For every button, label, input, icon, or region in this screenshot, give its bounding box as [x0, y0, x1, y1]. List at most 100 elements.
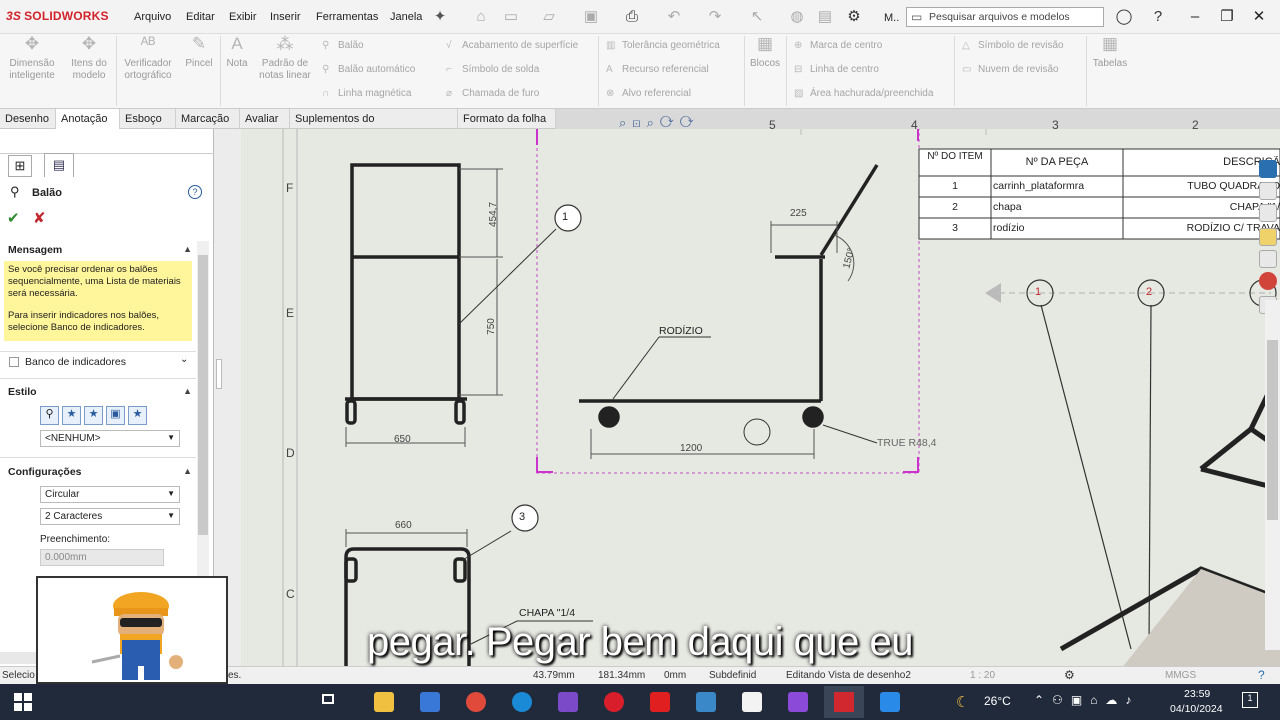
- help-icon[interactable]: ?: [1149, 8, 1167, 26]
- format-painter-button[interactable]: ✎ Pincel: [180, 35, 218, 70]
- spell-checker-button[interactable]: ᴬᴮ Verificador ortográfico: [118, 35, 178, 82]
- edge-icon[interactable]: [512, 692, 532, 712]
- print-icon[interactable]: ⎙: [623, 8, 641, 26]
- scroll-thumb[interactable]: [198, 255, 208, 535]
- hole-callout-button[interactable]: ⌀ Chamada de furo: [446, 87, 578, 101]
- tab-suplementos[interactable]: Suplementos do SOLIDWORKS: [290, 109, 458, 145]
- windows-start-icon[interactable]: [14, 693, 32, 711]
- revision-symbol-button[interactable]: △ Símbolo de revisão: [962, 39, 1064, 53]
- cancel-x-icon[interactable]: ✘: [33, 209, 46, 227]
- load-style-icon[interactable]: ★: [128, 406, 147, 425]
- open-icon[interactable]: ▱: [540, 8, 558, 26]
- file-explorer-icon[interactable]: [374, 692, 394, 712]
- weather-temp[interactable]: 26°C: [984, 694, 1011, 708]
- dimension[interactable]: 454,7: [488, 202, 499, 227]
- linear-note-pattern-button[interactable]: ⁂ Padrão de notas linear: [254, 35, 316, 82]
- tab-anotacao[interactable]: Anotação: [56, 109, 120, 130]
- status-scale[interactable]: 1 : 20: [970, 670, 995, 681]
- balloon-button[interactable]: ⚲ Balão: [322, 39, 415, 53]
- datum-feature-button[interactable]: A Recurso referencial: [606, 63, 720, 77]
- balloon-size-select[interactable]: 2 Caracteres ▼: [40, 508, 180, 525]
- fill-input[interactable]: 0.000mm: [40, 549, 164, 566]
- design-library-icon[interactable]: [1259, 182, 1277, 200]
- pin-icon[interactable]: ✦: [431, 8, 449, 26]
- save-icon[interactable]: ▣: [582, 8, 600, 26]
- save-style-icon[interactable]: ▣: [106, 406, 125, 425]
- video-editor-icon[interactable]: [788, 692, 808, 712]
- dimension[interactable]: 750: [486, 318, 497, 335]
- clock-time[interactable]: 23:59: [1184, 688, 1210, 700]
- tab-avaliar[interactable]: Avaliar: [240, 109, 290, 129]
- geometric-tolerance-button[interactable]: ▥ Tolerância geométrica: [606, 39, 720, 53]
- balloon-label[interactable]: 1: [1035, 286, 1041, 298]
- centerline-button[interactable]: ⊟ Linha de centro: [794, 63, 933, 77]
- balloon-label[interactable]: 2: [1146, 286, 1152, 298]
- surface-finish-button[interactable]: √ Acabamento de superfície: [446, 39, 578, 53]
- help-icon[interactable]: ?: [188, 185, 202, 199]
- rebuild-icon[interactable]: ◍: [788, 8, 806, 26]
- user-account-icon[interactable]: ◯: [1115, 8, 1133, 26]
- app-icon[interactable]: [558, 692, 578, 712]
- revision-cloud-button[interactable]: ▭ Nuvem de revisão: [962, 63, 1064, 77]
- indicator-bank-checkbox[interactable]: [9, 357, 19, 367]
- note-chapa[interactable]: CHAPA "1/4: [519, 607, 575, 619]
- view-settings-icon[interactable]: ⟳: [680, 115, 700, 130]
- file-properties-icon[interactable]: ▤: [816, 8, 834, 26]
- youtube-icon[interactable]: [650, 692, 670, 712]
- tab-desenho[interactable]: Desenho: [0, 109, 56, 129]
- select-icon[interactable]: ↖: [748, 8, 766, 26]
- drawing-sheet[interactable]: F E D C 5 4 3 2 454,7 750 650 225 150° 1…: [241, 115, 1280, 669]
- tables-button[interactable]: ▦ Tabelas: [1090, 35, 1130, 70]
- weld-symbol-button[interactable]: ⌐ Símbolo de solda: [446, 63, 578, 77]
- solidworks-resources-icon[interactable]: [1259, 160, 1277, 178]
- tab-formato-folha[interactable]: Formato da folha: [458, 109, 556, 129]
- property-manager-icon[interactable]: ▤: [44, 153, 74, 177]
- task-view-icon[interactable]: [322, 694, 334, 704]
- minimize-button[interactable]: –: [1180, 6, 1210, 28]
- user-menu[interactable]: M..: [884, 12, 899, 24]
- menu-exibir[interactable]: Exibir: [229, 11, 257, 23]
- restore-button[interactable]: ❐: [1212, 6, 1242, 28]
- blocks-button[interactable]: ▦ Blocos: [748, 35, 782, 70]
- rotate-icon[interactable]: ⟳: [660, 115, 680, 130]
- home-icon[interactable]: ⌂: [472, 8, 490, 26]
- photos-icon[interactable]: [880, 692, 900, 712]
- dimension[interactable]: 660: [395, 520, 412, 531]
- note-true-radius[interactable]: TRUE R48,4: [877, 437, 937, 449]
- capcut-icon[interactable]: [742, 692, 762, 712]
- feature-manager-icon[interactable]: ⊞: [8, 155, 32, 177]
- opera-icon[interactable]: [604, 692, 624, 712]
- tray-icons[interactable]: ⌃⚇▣⌂☁♪: [1034, 693, 1139, 707]
- config-section-header[interactable]: Configurações ▲: [8, 466, 192, 480]
- previous-view-icon[interactable]: ⌕: [647, 115, 660, 130]
- expand-caret-icon[interactable]: ⌄: [180, 354, 188, 365]
- help-icon[interactable]: ?: [1258, 668, 1265, 682]
- folder-icon[interactable]: [1259, 228, 1277, 246]
- undo-icon[interactable]: ↶: [665, 8, 683, 26]
- apply-style-icon[interactable]: ⚲: [40, 406, 59, 425]
- rebuild-icon[interactable]: ⚙: [1064, 668, 1075, 682]
- ok-check-icon[interactable]: ✔: [7, 209, 20, 227]
- magnetic-line-button[interactable]: ∩ Linha magnética: [322, 87, 415, 101]
- new-file-icon[interactable]: ▭: [502, 8, 520, 26]
- style-select[interactable]: <NENHUM> ▼: [40, 430, 180, 447]
- view-palette-icon[interactable]: [1259, 250, 1277, 268]
- solidworks-logo[interactable]: 3S SOLIDWORKS: [6, 9, 109, 23]
- gear-icon[interactable]: ⚙: [845, 8, 863, 26]
- dimension[interactable]: 1200: [680, 443, 702, 454]
- menu-ferramentas[interactable]: Ferramentas: [316, 11, 378, 23]
- tab-esboco[interactable]: Esboço: [120, 109, 176, 129]
- zoom-fit-icon[interactable]: ⌕: [619, 115, 632, 130]
- close-button[interactable]: ✕: [1244, 6, 1274, 28]
- auto-balloon-button[interactable]: ⚲ Balão automático: [322, 63, 415, 77]
- smart-dimension-button[interactable]: ✥ Dimensão inteligente: [4, 35, 60, 82]
- balloon-label[interactable]: 3: [519, 511, 525, 523]
- solidworks-taskbar-button[interactable]: [824, 686, 864, 718]
- menu-inserir[interactable]: Inserir: [270, 11, 301, 23]
- store-icon[interactable]: [420, 692, 440, 712]
- note-rodizio[interactable]: RODÍZIO: [659, 325, 703, 337]
- tab-marcacao[interactable]: Marcação: [176, 109, 240, 129]
- menu-janela[interactable]: Janela: [390, 11, 422, 23]
- menu-arquivo[interactable]: Arquivo: [134, 11, 171, 23]
- area-hatch-button[interactable]: ▨ Área hachurada/preenchida: [794, 87, 933, 101]
